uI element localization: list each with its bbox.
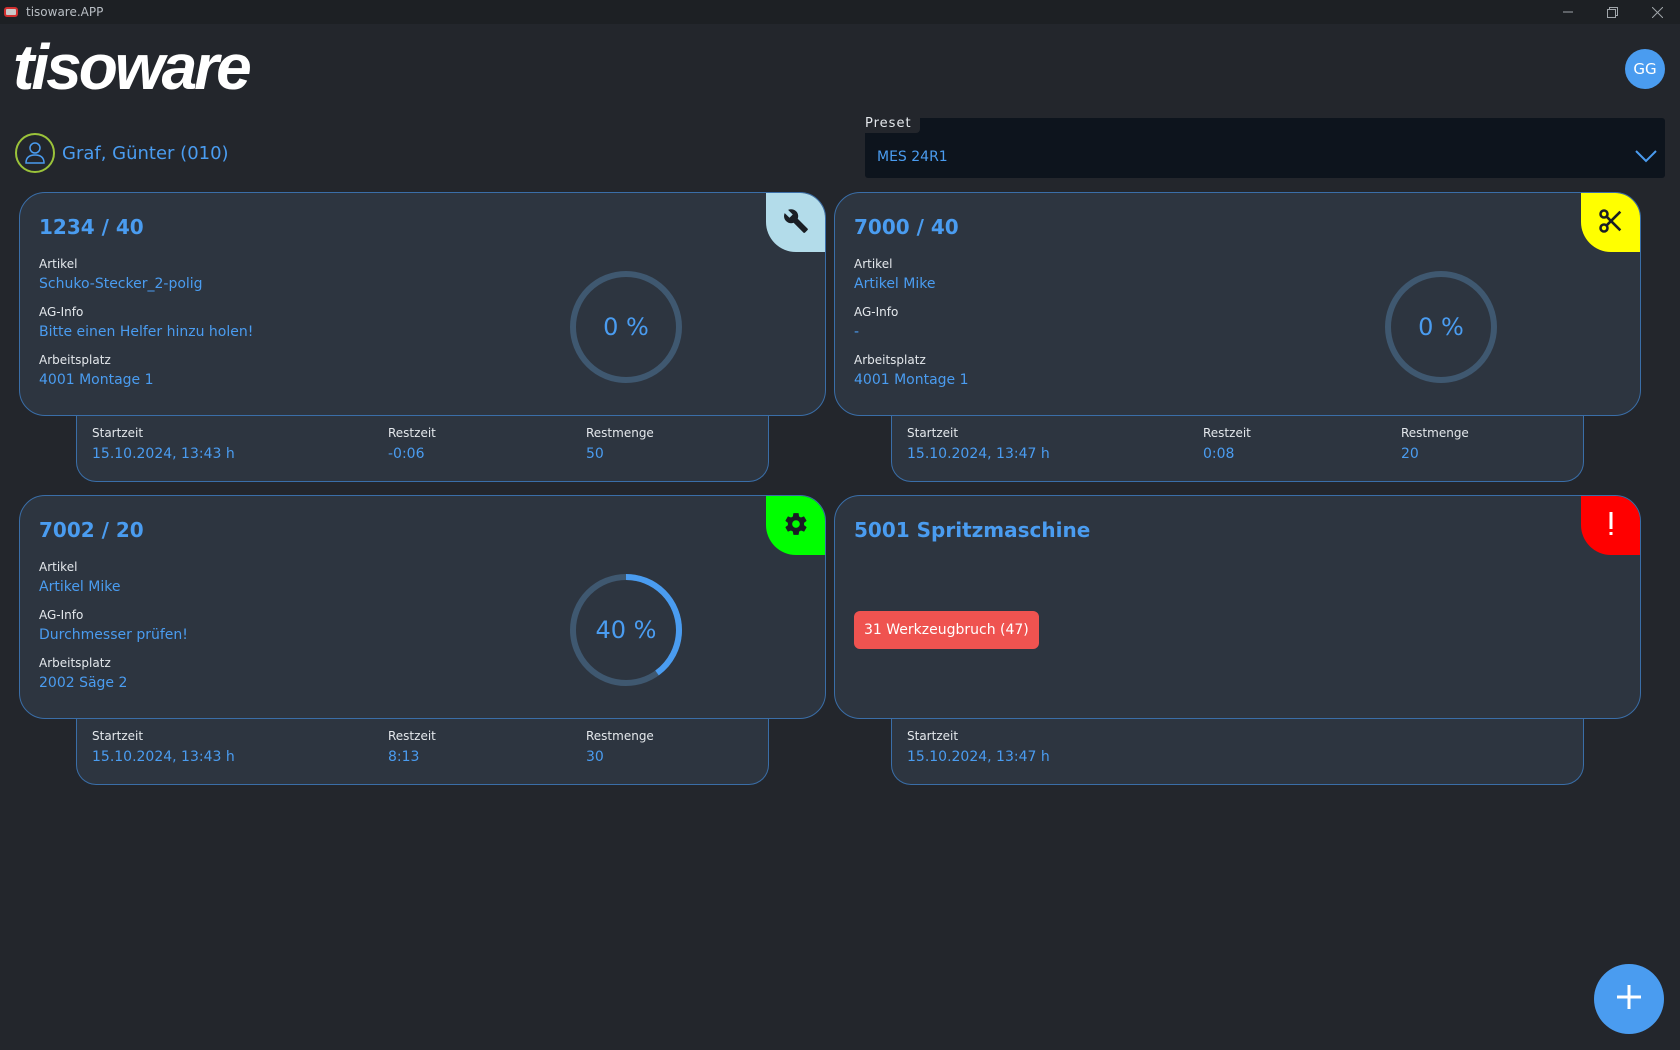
footer-label: Restmenge — [586, 426, 654, 440]
alarm-badge[interactable]: 31 Werkzeugbruch (47) — [854, 611, 1039, 649]
field-label: Artikel — [39, 560, 78, 574]
footer-value: 15.10.2024, 13:43 h — [92, 446, 235, 462]
field-value: 4001 Montage 1 — [854, 372, 969, 388]
preset-value: MES 24R1 — [877, 149, 948, 165]
order-card-footer: Startzeit 15.10.2024, 13:47 h Restzeit 0… — [891, 412, 1584, 482]
chevron-down-icon[interactable] — [1635, 148, 1657, 167]
card-title: 7002 / 20 — [39, 518, 144, 542]
field-label: Artikel — [39, 257, 78, 271]
gear-icon — [783, 511, 809, 541]
progress-ring: 0 % — [1383, 269, 1499, 385]
app-icon — [4, 7, 18, 17]
footer-restzeit: Restzeit -0:06 — [388, 426, 436, 462]
footer-value: 8:13 — [388, 749, 420, 765]
machine-card: 5001 Spritzmaschine 31 Werkzeugbruch (47… — [834, 495, 1641, 785]
footer-restmenge: Restmenge 50 — [586, 426, 654, 462]
order-card-footer: Startzeit 15.10.2024, 13:43 h Restzeit 8… — [76, 715, 769, 785]
progress-percent: 40 % — [595, 616, 657, 644]
card-title: 1234 / 40 — [39, 215, 144, 239]
field-value: - — [854, 324, 860, 340]
footer-value: 0:08 — [1203, 446, 1235, 462]
order-card: 7000 / 40 Artikel Artikel Mike AG-Info -… — [834, 192, 1641, 482]
scissors-icon — [1597, 207, 1625, 239]
order-card: 1234 / 40 Artikel Schuko-Stecker_2-polig… — [19, 192, 826, 482]
user-info: Graf, Günter (010) — [15, 133, 229, 173]
footer-restzeit: Restzeit 0:08 — [1203, 426, 1251, 462]
footer-label: Startzeit — [92, 426, 144, 440]
field-label: Artikel — [854, 257, 893, 271]
field-value: 2002 Säge 2 — [39, 675, 128, 691]
footer-startzeit: Startzeit 15.10.2024, 13:43 h — [92, 729, 235, 765]
field-value: Artikel Mike — [854, 276, 936, 292]
field-label: Arbeitsplatz — [39, 353, 111, 367]
order-card-main[interactable]: 1234 / 40 Artikel Schuko-Stecker_2-polig… — [19, 192, 826, 416]
window-title: tisoware.APP — [26, 5, 104, 19]
field-value: Artikel Mike — [39, 579, 121, 595]
footer-restmenge: Restmenge 20 — [1401, 426, 1469, 462]
footer-value: 50 — [586, 446, 604, 462]
order-card-main[interactable]: 7002 / 20 Artikel Artikel Mike AG-Info D… — [19, 495, 826, 719]
footer-value: -0:06 — [388, 446, 425, 462]
field-value: 4001 Montage 1 — [39, 372, 154, 388]
add-button[interactable] — [1594, 964, 1664, 1034]
progress-ring: 40 % — [568, 572, 684, 688]
footer-label: Restzeit — [1203, 426, 1251, 440]
footer-label: Startzeit — [92, 729, 144, 743]
footer-label: Startzeit — [907, 426, 959, 440]
window-controls — [1545, 0, 1680, 24]
footer-label: Startzeit — [907, 729, 959, 743]
corner-badge — [1581, 496, 1640, 555]
corner-badge — [1581, 193, 1640, 252]
corner-badge — [766, 496, 825, 555]
field-label: AG-Info — [854, 305, 899, 319]
field-value: Schuko-Stecker_2-polig — [39, 276, 203, 292]
footer-startzeit: Startzeit 15.10.2024, 13:47 h — [907, 729, 1050, 765]
field-label: AG-Info — [39, 608, 84, 622]
footer-label: Restmenge — [1401, 426, 1469, 440]
footer-value: 15.10.2024, 13:47 h — [907, 749, 1050, 765]
corner-badge — [766, 193, 825, 252]
footer-restmenge: Restmenge 30 — [586, 729, 654, 765]
minimize-icon[interactable] — [1545, 0, 1590, 24]
footer-startzeit: Startzeit 15.10.2024, 13:43 h — [92, 426, 235, 462]
progress-ring: 0 % — [568, 269, 684, 385]
footer-value: 30 — [586, 749, 604, 765]
plus-icon — [1616, 984, 1642, 1014]
footer-value: 20 — [1401, 446, 1419, 462]
order-card-main[interactable]: 7000 / 40 Artikel Artikel Mike AG-Info -… — [834, 192, 1641, 416]
preset-select[interactable]: Preset MES 24R1 — [865, 116, 1665, 178]
card-title: 5001 Spritzmaschine — [854, 518, 1091, 542]
footer-label: Restzeit — [388, 426, 436, 440]
field-label: Arbeitsplatz — [39, 656, 111, 670]
wrench-icon — [783, 208, 809, 238]
footer-value: 15.10.2024, 13:43 h — [92, 749, 235, 765]
field-value: Bitte einen Helfer hinzu holen! — [39, 324, 254, 340]
progress-percent: 0 % — [603, 313, 649, 341]
user-name: Graf, Günter (010) — [62, 142, 229, 164]
card-title: 7000 / 40 — [854, 215, 959, 239]
progress-percent: 0 % — [1418, 313, 1464, 341]
field-label: Arbeitsplatz — [854, 353, 926, 367]
footer-label: Restzeit — [388, 729, 436, 743]
window-titlebar: tisoware.APP — [0, 0, 1680, 24]
order-card-footer: Startzeit 15.10.2024, 13:43 h Restzeit -… — [76, 412, 769, 482]
footer-label: Restmenge — [586, 729, 654, 743]
tisoware-logo: tisoware — [13, 31, 252, 103]
close-icon[interactable] — [1635, 0, 1680, 24]
order-card: 7002 / 20 Artikel Artikel Mike AG-Info D… — [19, 495, 826, 785]
footer-startzeit: Startzeit 15.10.2024, 13:47 h — [907, 426, 1050, 462]
field-value: Durchmesser prüfen! — [39, 627, 188, 643]
field-label: AG-Info — [39, 305, 84, 319]
footer-value: 15.10.2024, 13:47 h — [907, 446, 1050, 462]
exclamation-icon — [1606, 510, 1616, 542]
preset-label: Preset — [865, 116, 920, 133]
machine-card-main[interactable]: 5001 Spritzmaschine 31 Werkzeugbruch (47… — [834, 495, 1641, 719]
restore-icon[interactable] — [1590, 0, 1635, 24]
user-icon — [15, 133, 55, 173]
avatar[interactable]: GG — [1625, 49, 1665, 89]
machine-card-footer: Startzeit 15.10.2024, 13:47 h — [891, 715, 1584, 785]
footer-restzeit: Restzeit 8:13 — [388, 729, 436, 765]
